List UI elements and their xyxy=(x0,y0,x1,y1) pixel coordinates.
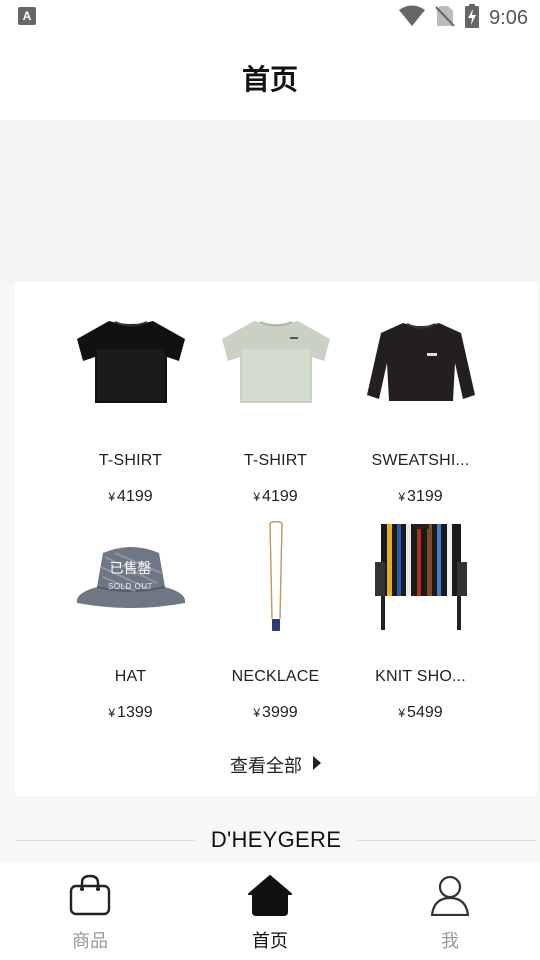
bottom-tab-bar: 商品 首页 我 xyxy=(0,862,540,960)
tab-home[interactable]: 首页 xyxy=(180,862,360,960)
product-name: SWEATSHI... xyxy=(371,452,470,469)
status-bar: A 9:06 xyxy=(0,0,540,36)
product-image-bucket-hat[interactable]: 已售罄 SOLD OUT xyxy=(71,518,191,638)
product-item[interactable]: T-SHIRT ¥4199 xyxy=(58,302,203,518)
product-price: ¥1399 xyxy=(108,704,153,721)
battery-charging-icon xyxy=(465,3,480,33)
page-title: 首页 xyxy=(241,63,298,96)
product-name: NECKLACE xyxy=(231,668,320,685)
sold-out-overlay: 已售罄 SOLD OUT xyxy=(71,518,191,638)
tab-label: 我 xyxy=(441,931,459,952)
divider xyxy=(15,839,195,841)
product-grid: T-SHIRT ¥4199 T-SHIRT ¥4199 SWEATSHI... … xyxy=(58,302,492,734)
product-price: ¥4199 xyxy=(253,488,298,505)
divider xyxy=(357,839,537,841)
keyboard-a-icon: A xyxy=(18,6,36,30)
product-image-sage-tshirt[interactable] xyxy=(216,302,336,422)
product-name: T-SHIRT xyxy=(98,452,163,469)
status-time: 9:06 xyxy=(489,6,528,29)
product-price: ¥5499 xyxy=(398,704,443,721)
product-name: T-SHIRT xyxy=(243,452,308,469)
product-name: KNIT SHO... xyxy=(375,668,466,685)
product-price: ¥3999 xyxy=(253,704,298,721)
sold-out-label-en: SOLD OUT xyxy=(108,581,153,591)
product-card: T-SHIRT ¥4199 T-SHIRT ¥4199 SWEATSHI... … xyxy=(15,282,537,796)
brand-name[interactable]: D'HEYGERE xyxy=(195,827,357,853)
product-item[interactable]: SWEATSHI... ¥3199 xyxy=(348,302,493,518)
product-image-black-tshirt[interactable] xyxy=(71,302,191,422)
shopping-bag-icon xyxy=(69,874,111,921)
product-price: ¥3199 xyxy=(398,488,443,505)
product-price: ¥4199 xyxy=(108,488,153,505)
no-sim-icon xyxy=(435,5,455,32)
banner-area[interactable] xyxy=(0,120,540,282)
sold-out-label: 已售罄 xyxy=(109,560,152,577)
user-icon xyxy=(429,874,471,921)
tab-me[interactable]: 我 xyxy=(360,862,540,960)
wifi-icon xyxy=(399,5,426,32)
svg-text:A: A xyxy=(23,9,32,23)
product-image-black-sweatshirt[interactable] xyxy=(361,302,481,422)
product-image-necklace[interactable] xyxy=(216,518,336,638)
product-image-knit-shorts[interactable] xyxy=(361,518,481,638)
view-all-button[interactable]: 查看全部 xyxy=(15,752,537,778)
product-item[interactable]: NECKLACE ¥3999 xyxy=(203,518,348,734)
tab-label: 商品 xyxy=(72,931,108,952)
product-name: HAT xyxy=(114,668,147,685)
product-item[interactable]: T-SHIRT ¥4199 xyxy=(203,302,348,518)
view-all-label: 查看全部 xyxy=(230,756,302,777)
app-header: 首页 xyxy=(0,36,540,120)
brand-section-header: D'HEYGERE xyxy=(15,818,537,862)
home-icon xyxy=(247,874,293,921)
product-item[interactable]: KNIT SHO... ¥5499 xyxy=(348,518,493,734)
product-item[interactable]: 已售罄 SOLD OUT HAT ¥1399 xyxy=(58,518,203,734)
tab-products[interactable]: 商品 xyxy=(0,862,180,960)
tab-label: 首页 xyxy=(252,931,288,952)
caret-right-icon xyxy=(312,755,322,776)
